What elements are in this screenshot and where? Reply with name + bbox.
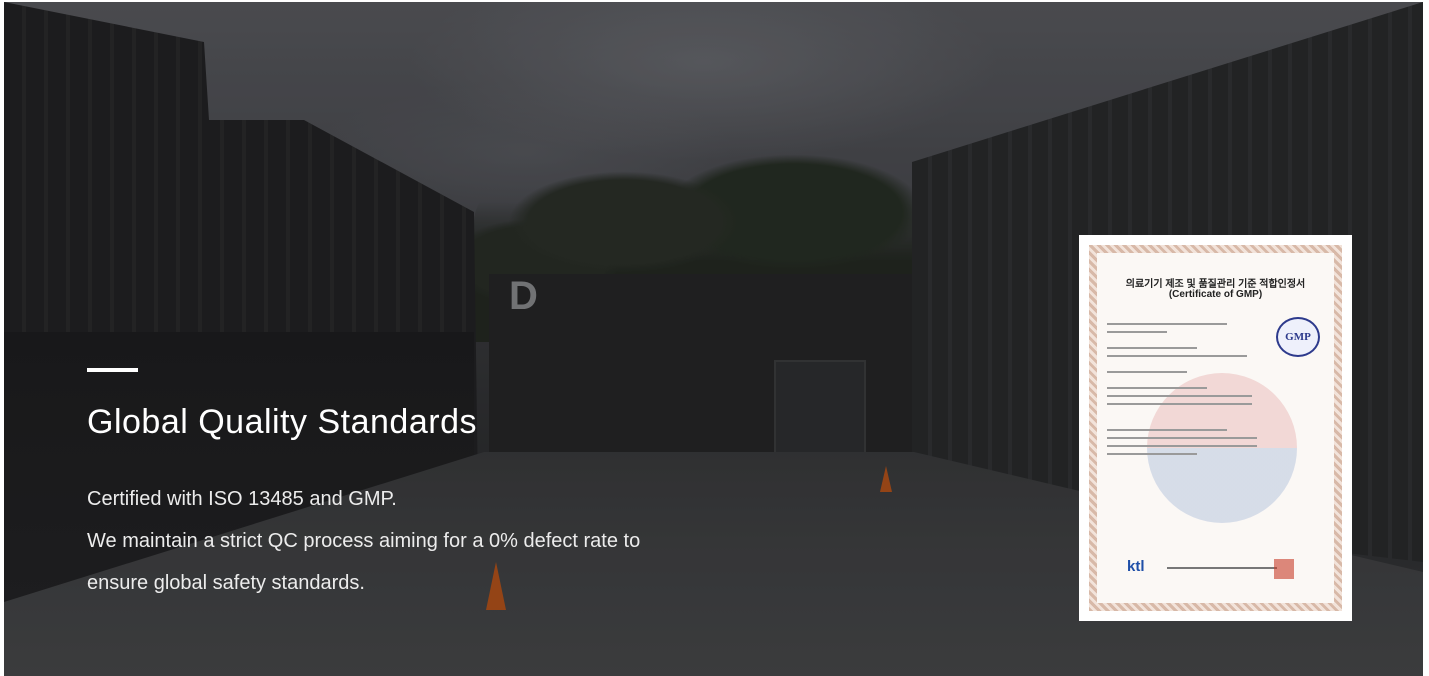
certificate-border: 의료기기 제조 및 품질관리 기준 적합인정서 (Certificate of … xyxy=(1089,245,1342,611)
certificate-title-en: (Certificate of GMP) xyxy=(1168,289,1263,300)
official-stamp-icon xyxy=(1274,559,1294,579)
accent-line xyxy=(87,368,138,372)
description-line: ensure global safety standards. xyxy=(87,572,365,594)
certificate-text-lines xyxy=(1107,323,1257,461)
certificate-body: 의료기기 제조 및 품질관리 기준 적합인정서 (Certificate of … xyxy=(1097,253,1334,603)
ktl-logo-icon: ktl xyxy=(1127,558,1145,575)
gmp-certificate-image: 의료기기 제조 및 품질관리 기준 적합인정서 (Certificate of … xyxy=(1079,235,1352,621)
hero-description: Certified with ISO 13485 and GMP. We mai… xyxy=(87,478,807,604)
hero-title: Global Quality Standards xyxy=(87,403,477,441)
gmp-badge-icon: GMP xyxy=(1276,317,1320,357)
certificate-title-kr: 의료기기 제조 및 품질관리 기준 적합인정서 xyxy=(1125,279,1306,290)
issuer-name-line xyxy=(1167,567,1277,569)
hero-content: Global Quality Standards Certified with … xyxy=(87,368,807,604)
description-line: Certified with ISO 13485 and GMP. xyxy=(87,488,397,510)
description-line: We maintain a strict QC process aiming f… xyxy=(87,530,641,552)
